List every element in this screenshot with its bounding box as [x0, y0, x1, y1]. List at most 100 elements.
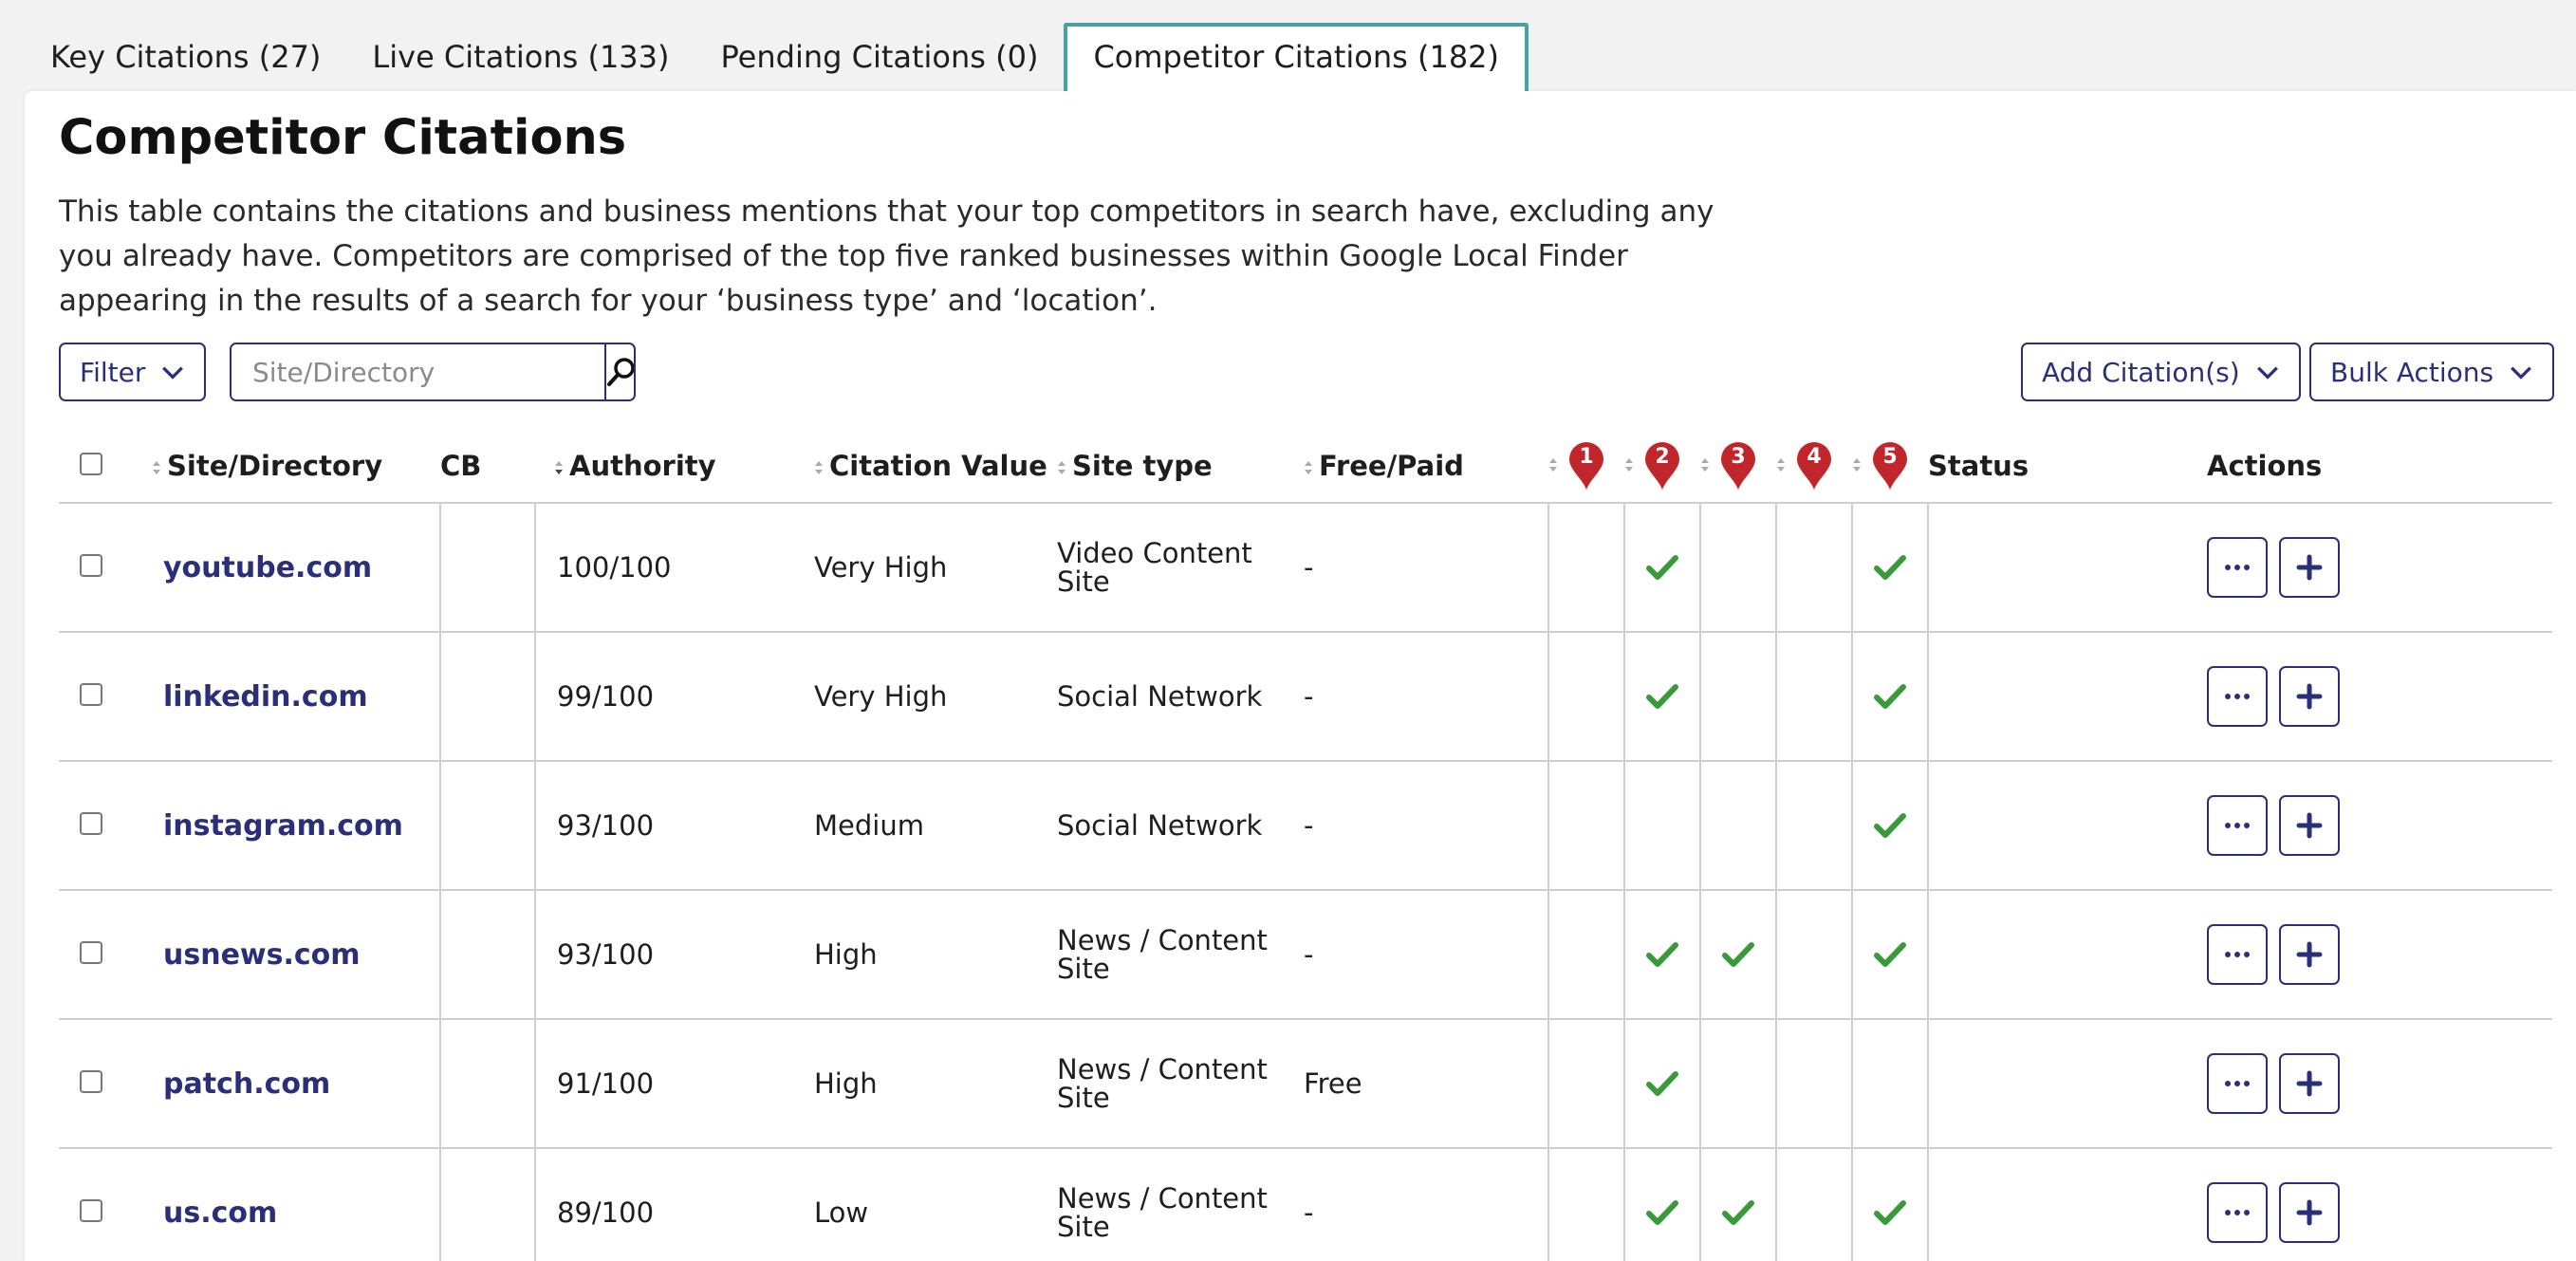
col-authority[interactable]: Authority — [535, 429, 814, 504]
add-citation-button[interactable] — [2279, 924, 2340, 985]
col-authority-label: Authority — [569, 449, 716, 482]
competitor-4-cell — [1775, 1019, 1852, 1149]
col-status: Status — [1928, 429, 2207, 504]
sort-icon — [1058, 460, 1066, 474]
authority-value: 93/100 — [557, 809, 655, 842]
row-select-cell — [59, 503, 152, 633]
ellipsis-icon — [2225, 823, 2250, 828]
authority-value: 89/100 — [557, 1196, 655, 1229]
add-citation-button[interactable] — [2279, 1053, 2340, 1114]
tab-competitor-citations[interactable]: Competitor Citations (182) — [1064, 23, 1529, 91]
competitor-number: 4 — [1807, 444, 1822, 469]
search-input[interactable] — [232, 344, 604, 399]
citation-value: High — [814, 1067, 878, 1100]
search-button[interactable] — [604, 344, 634, 399]
authority-value: 91/100 — [557, 1067, 655, 1100]
competitor-5-cell — [1851, 1148, 1928, 1261]
row-checkbox[interactable] — [80, 1070, 102, 1093]
site-link[interactable]: usnews.com — [152, 938, 361, 972]
filter-label: Filter — [80, 356, 146, 388]
site-link[interactable]: us.com — [152, 1196, 277, 1230]
col-competitor-3[interactable]: 3 — [1700, 429, 1776, 504]
cb-cell — [439, 503, 535, 633]
competitor-4-cell — [1775, 1148, 1852, 1261]
free-paid-cell: - — [1304, 1148, 1548, 1261]
table-row: linkedin.com 99/100 Very High Social Networ… — [59, 632, 2552, 762]
add-citations-button[interactable]: Add Citation(s) — [2021, 343, 2301, 401]
col-free-paid[interactable]: Free/Paid — [1304, 429, 1548, 504]
tab-bar: Key Citations (27) Live Citations (133) … — [25, 23, 1529, 91]
competitor-3-cell — [1699, 632, 1776, 762]
col-competitor-5[interactable]: 5 — [1852, 429, 1928, 504]
site-link[interactable]: patch.com — [152, 1067, 330, 1101]
authority-cell: 91/100 — [534, 1019, 814, 1149]
bulk-actions-button[interactable]: Bulk Actions — [2309, 343, 2555, 401]
row-checkbox[interactable] — [80, 1199, 102, 1222]
site-type: Video Content Site — [1057, 537, 1252, 598]
col-site-type[interactable]: Site type — [1057, 429, 1304, 504]
map-pin-icon: 2 — [1643, 441, 1681, 491]
ellipsis-icon — [2225, 1210, 2250, 1215]
competitor-2-cell — [1623, 890, 1700, 1020]
row-checkbox[interactable] — [80, 554, 102, 577]
plus-icon — [2296, 812, 2323, 839]
more-options-button[interactable] — [2207, 795, 2268, 856]
filter-button[interactable]: Filter — [59, 343, 207, 401]
plus-icon — [2296, 1070, 2323, 1097]
authority-cell: 100/100 — [534, 503, 814, 633]
citation-value: High — [814, 938, 878, 971]
status-cell — [1927, 1148, 2207, 1261]
status-cell — [1927, 761, 2207, 891]
more-options-button[interactable] — [2207, 1182, 2268, 1243]
col-citation-value[interactable]: Citation Value — [814, 429, 1057, 504]
add-citation-button[interactable] — [2279, 1182, 2340, 1243]
competitor-1-cell — [1547, 503, 1624, 633]
site-type: News / Content Site — [1057, 924, 1268, 985]
add-citation-button[interactable] — [2279, 795, 2340, 856]
ellipsis-icon — [2225, 565, 2250, 570]
row-checkbox[interactable] — [80, 812, 102, 835]
more-options-button[interactable] — [2207, 666, 2268, 727]
add-citation-button[interactable] — [2279, 666, 2340, 727]
cb-cell — [439, 1148, 535, 1261]
citation-value-cell: High — [814, 1019, 1057, 1149]
sort-icon — [1777, 458, 1785, 472]
select-all-checkbox[interactable] — [80, 452, 102, 475]
col-actions: Actions — [2207, 429, 2552, 504]
check-icon — [1874, 555, 1906, 580]
site-link[interactable]: instagram.com — [152, 809, 403, 843]
col-competitor-1[interactable]: 1 — [1548, 429, 1624, 504]
competitor-4-cell — [1775, 890, 1852, 1020]
competitor-number: 1 — [1579, 444, 1594, 469]
tab-pending-citations[interactable]: Pending Citations (0) — [695, 23, 1065, 91]
authority-cell: 93/100 — [534, 890, 814, 1020]
site-link[interactable]: linkedin.com — [152, 680, 368, 714]
more-options-button[interactable] — [2207, 1053, 2268, 1114]
tab-key-citations[interactable]: Key Citations (27) — [25, 23, 346, 91]
authority-cell: 93/100 — [534, 761, 814, 891]
free-paid-cell: - — [1304, 632, 1548, 762]
table-row: usnews.com 93/100 High News / Content Site - — [59, 890, 2552, 1020]
competitor-2-cell — [1623, 632, 1700, 762]
site-type: Social Network — [1057, 809, 1263, 842]
site-cell: usnews.com — [152, 890, 440, 1020]
plus-icon — [2296, 941, 2323, 968]
more-options-button[interactable] — [2207, 537, 2268, 598]
search-icon — [607, 358, 634, 386]
site-link[interactable]: youtube.com — [152, 551, 372, 584]
site-cell: linkedin.com — [152, 632, 440, 762]
tab-live-citations[interactable]: Live Citations (133) — [346, 23, 695, 91]
row-checkbox[interactable] — [80, 941, 102, 964]
authority-value: 100/100 — [557, 551, 672, 584]
add-citation-button[interactable] — [2279, 537, 2340, 598]
col-competitor-4[interactable]: 4 — [1776, 429, 1852, 504]
more-options-button[interactable] — [2207, 924, 2268, 985]
row-checkbox[interactable] — [80, 683, 102, 706]
chevron-down-icon — [2256, 366, 2278, 380]
status-cell — [1927, 503, 2207, 633]
competitor-5-cell — [1851, 761, 1928, 891]
col-competitor-2[interactable]: 2 — [1624, 429, 1700, 504]
check-icon — [1646, 684, 1678, 709]
col-status-label: Status — [1928, 449, 2029, 482]
col-site[interactable]: Site/Directory — [152, 429, 440, 504]
